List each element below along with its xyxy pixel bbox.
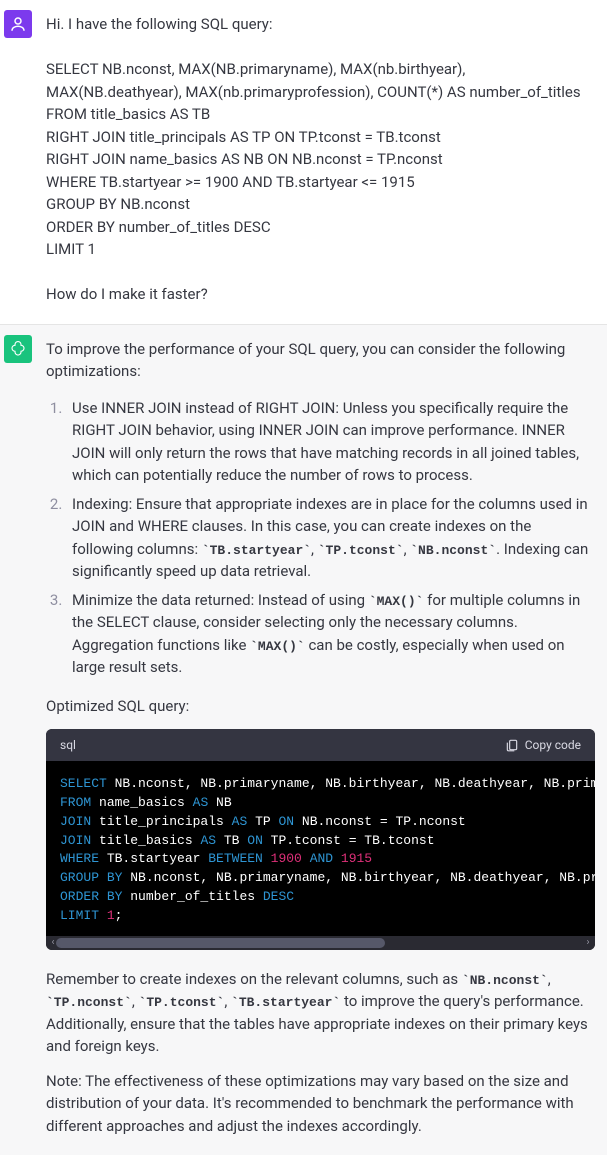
assistant-message: To improve the performance of your SQL q… [0,325,607,1155]
assistant-avatar [4,335,32,363]
inline-code: `MAX()` [369,594,424,609]
clipboard-icon [505,738,519,752]
inline-code: `TP.nconst` [46,995,132,1010]
user-icon [9,15,27,33]
inline-code: `TP.tconst` [318,543,404,558]
list-item: Minimize the data returned: Instead of u… [66,589,595,679]
user-message-text: Hi. I have the following SQL query: SELE… [46,10,595,306]
copy-code-button[interactable]: Copy code [505,738,581,752]
list-item-text: Use INNER JOIN instead of RIGHT JOIN: Un… [72,399,579,485]
list-item: Indexing: Ensure that appropriate indexe… [66,493,595,583]
inline-code: `TB.startyear` [231,995,340,1010]
list-item: Use INNER JOIN instead of RIGHT JOIN: Un… [66,397,595,487]
scrollbar-thumb[interactable] [56,938,385,948]
inline-code: `TB.startyear` [202,543,311,558]
inline-code: `MAX()` [250,639,305,654]
code-block: sql Copy code SELECT NB.nconst, NB.prima… [46,729,595,950]
code-content[interactable]: SELECT NB.nconst, NB.primaryname, NB.bir… [46,761,595,936]
horizontal-scrollbar[interactable]: ‹ › [46,936,595,950]
user-avatar [4,10,32,38]
list-item-text: Minimize the data returned: Instead of u… [72,591,369,609]
code-header: sql Copy code [46,729,595,761]
optimization-list: Use INNER JOIN instead of RIGHT JOIN: Un… [46,397,595,679]
assistant-outro-2: Note: The effectiveness of these optimiz… [46,1070,595,1138]
copy-code-label: Copy code [525,738,581,752]
assistant-intro: To improve the performance of your SQL q… [46,338,595,383]
inline-code: `NB.nconst` [462,973,548,988]
assistant-outro-1: Remember to create indexes on the releva… [46,968,595,1058]
assistant-icon [9,340,27,358]
code-lang-label: sql [60,736,76,754]
user-message: Hi. I have the following SQL query: SELE… [0,0,607,325]
inline-code: `NB.nconst` [410,543,496,558]
scroll-right-arrow[interactable]: › [581,936,595,950]
optimized-label: Optimized SQL query: [46,695,595,718]
assistant-message-body: To improve the performance of your SQL q… [46,335,595,1138]
inline-code: `TP.tconst` [139,995,225,1010]
